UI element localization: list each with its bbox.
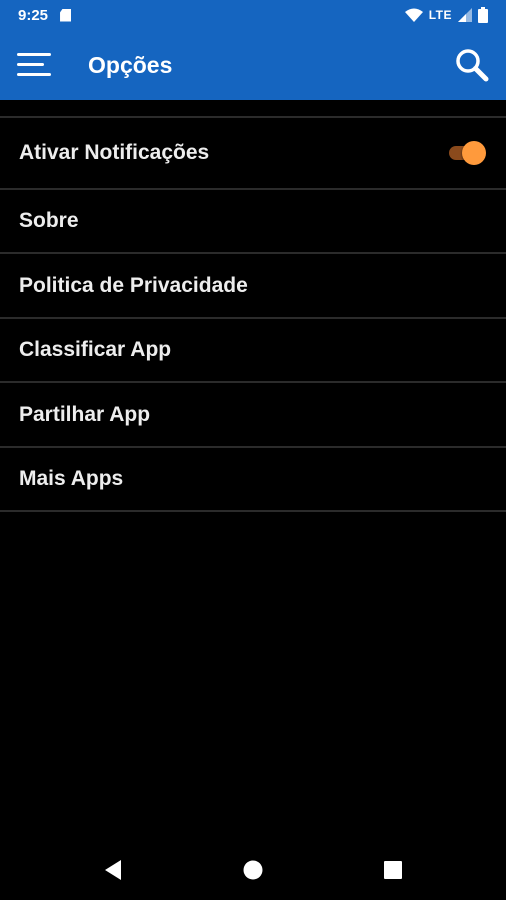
settings-item-label: Ativar Notificações xyxy=(19,141,210,164)
settings-item-label: Classificar App xyxy=(19,338,172,361)
home-button[interactable] xyxy=(237,854,269,886)
recents-icon xyxy=(384,861,402,879)
status-time: 9:25 xyxy=(18,6,49,24)
settings-item-label: Partilhar App xyxy=(19,402,151,426)
recents-button[interactable] xyxy=(377,854,409,886)
settings-item-privacy-policy[interactable]: Politica de Privacidade xyxy=(0,254,506,319)
hamburger-menu-icon xyxy=(17,53,51,76)
menu-button[interactable] xyxy=(16,46,54,84)
wifi-icon xyxy=(404,8,423,22)
status-bar: 9:25 LTE xyxy=(0,0,506,30)
settings-item-about[interactable]: Sobre xyxy=(0,190,506,254)
back-button[interactable] xyxy=(97,854,129,886)
navigation-bar xyxy=(0,840,506,900)
back-icon xyxy=(105,860,121,880)
battery-icon xyxy=(478,7,488,23)
search-button[interactable] xyxy=(452,45,492,85)
sd-card-icon xyxy=(60,8,72,22)
settings-item-notifications[interactable]: Ativar Notificações xyxy=(0,118,506,190)
settings-item-label: Sobre xyxy=(19,209,79,232)
toggle-thumb xyxy=(462,141,486,165)
app-bar: Opções xyxy=(0,30,506,100)
settings-item-label: Mais Apps xyxy=(19,467,124,490)
status-icons: LTE xyxy=(404,7,488,23)
notifications-toggle[interactable] xyxy=(447,141,487,165)
page-title: Opções xyxy=(88,51,173,78)
home-icon xyxy=(243,860,263,880)
settings-list: Ativar Notificações Sobre Politica de Pr… xyxy=(0,116,506,512)
signal-icon xyxy=(458,8,472,22)
search-icon xyxy=(456,49,489,82)
settings-item-rate-app[interactable]: Classificar App xyxy=(0,319,506,383)
settings-item-share-app[interactable]: Partilhar App xyxy=(0,383,506,448)
network-type-label: LTE xyxy=(428,8,452,22)
settings-item-more-apps[interactable]: Mais Apps xyxy=(0,448,506,512)
settings-item-label: Politica de Privacidade xyxy=(19,273,248,297)
